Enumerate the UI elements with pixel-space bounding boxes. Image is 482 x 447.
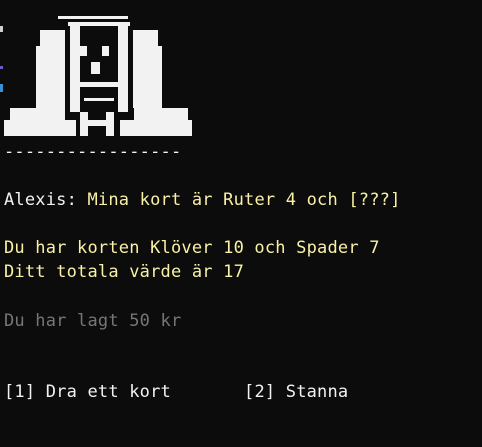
bet-status-text: Du har lagt 50 kr xyxy=(4,311,182,331)
dealer-name: Alexis: xyxy=(4,190,78,210)
divider-line: ----------------- xyxy=(4,142,182,162)
stand-option[interactable]: [2] Stanna xyxy=(244,382,348,402)
player-hand-text: Du har korten Klöver 10 och Spader 7 xyxy=(4,238,380,258)
action-menu: [1] Dra ett kort [2] Stanna xyxy=(4,381,348,403)
console-window: ----------------- Alexis: Mina kort är R… xyxy=(0,0,482,447)
draw-card-option[interactable]: [1] Dra ett kort xyxy=(4,382,171,402)
dealer-cards-text: Mina kort är Ruter 4 och [???] xyxy=(87,190,401,210)
player-total-text: Ditt totala värde är 17 xyxy=(4,262,245,282)
dealer-message: Alexis: Mina kort är Ruter 4 och [???] xyxy=(4,189,401,211)
dealer-ascii-art-icon xyxy=(4,16,192,136)
